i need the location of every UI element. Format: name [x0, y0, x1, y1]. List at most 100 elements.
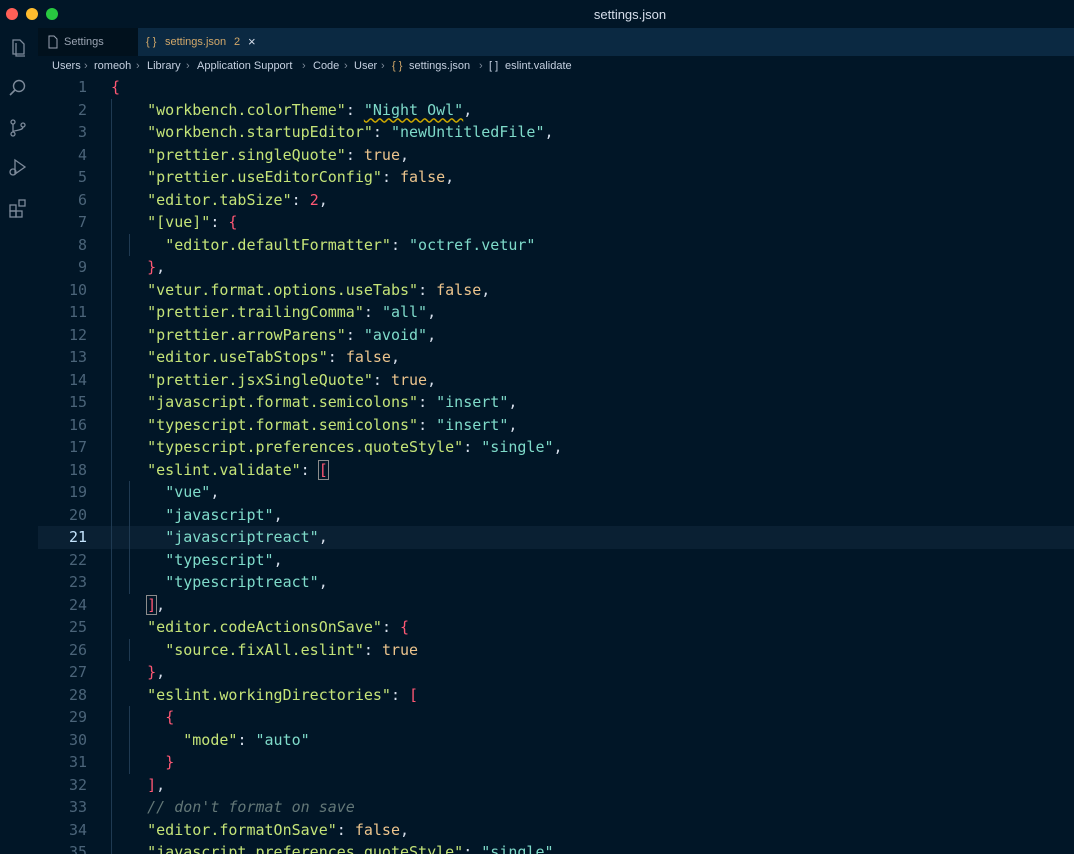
- code-token: {: [165, 708, 175, 726]
- breadcrumb-item[interactable]: User: [354, 56, 377, 76]
- close-tab-icon[interactable]: ×: [248, 28, 256, 56]
- line-number: 32: [68, 775, 87, 794]
- breadcrumb-item[interactable]: Application Support: [197, 56, 292, 76]
- code-line[interactable]: 25 "editor.codeActionsOnSave": {: [38, 616, 1074, 639]
- code-line[interactable]: 31 }: [38, 751, 1074, 774]
- breadcrumb-item[interactable]: Users: [52, 56, 81, 76]
- code-line[interactable]: 35 "javascript.preferences.quoteStyle": …: [38, 841, 1074, 854]
- code-line[interactable]: 16 "typescript.format.semicolons": "inse…: [38, 413, 1074, 436]
- code-line[interactable]: 15 "javascript.format.semicolons": "inse…: [38, 391, 1074, 414]
- json-icon: { }: [392, 60, 403, 72]
- code-text: },: [111, 256, 165, 279]
- line-number: 8: [77, 235, 87, 254]
- code-token: false: [436, 280, 482, 299]
- line-number: 17: [68, 438, 87, 456]
- code-token: true: [363, 145, 400, 164]
- extensions-icon[interactable]: [7, 197, 29, 219]
- code-token: :: [210, 213, 229, 231]
- code-line[interactable]: 11 "prettier.trailingComma": "all",: [38, 301, 1074, 324]
- code-line[interactable]: 14 "prettier.jsxSingleQuote": true,: [38, 368, 1074, 391]
- code-token: "typescript.preferences.quoteStyle": [147, 438, 464, 456]
- code-line[interactable]: 12 "prettier.arrowParens": "avoid",: [38, 323, 1074, 346]
- code-line[interactable]: 1{: [38, 76, 1074, 99]
- code-line[interactable]: 26 "source.fixAll.eslint": true: [38, 638, 1074, 661]
- code-line[interactable]: 27 },: [38, 661, 1074, 684]
- code-editor[interactable]: 1{2 "workbench.colorTheme": "Night Owl",…: [38, 76, 1074, 854]
- source-control-icon[interactable]: [7, 117, 29, 139]
- code-token: ,: [544, 123, 554, 141]
- code-line[interactable]: 9 },: [38, 256, 1074, 279]
- code-token: ,: [445, 168, 455, 186]
- code-line[interactable]: 18 "eslint.validate": [: [38, 458, 1074, 481]
- code-line[interactable]: 30 "mode": "auto": [38, 728, 1074, 751]
- breadcrumb-item[interactable]: romeoh: [94, 56, 131, 76]
- code-token: ,: [400, 145, 410, 164]
- code-line[interactable]: 22 "typescript",: [38, 548, 1074, 571]
- code-line[interactable]: 24 ],: [38, 593, 1074, 616]
- code-token: "single": [481, 843, 554, 854]
- line-number: 24: [68, 595, 87, 614]
- code-line[interactable]: 20 "javascript",: [38, 503, 1074, 526]
- code-token: ,: [156, 775, 166, 794]
- indent-guide: [111, 346, 112, 369]
- tab-settings[interactable]: Settings: [38, 28, 138, 56]
- code-token: :: [363, 640, 382, 659]
- indent-guide: [111, 413, 112, 436]
- code-line[interactable]: 10 "vetur.format.options.useTabs": false…: [38, 278, 1074, 301]
- line-number: 26: [68, 640, 87, 659]
- breadcrumb-item[interactable]: settings.json: [409, 56, 470, 76]
- code-token: ,: [481, 280, 491, 299]
- code-token: {: [111, 78, 121, 96]
- code-token: ]: [146, 594, 158, 615]
- code-line[interactable]: 17 "typescript.preferences.quoteStyle": …: [38, 436, 1074, 459]
- code-token: "javascript.preferences.quoteStyle": [147, 843, 464, 854]
- code-line[interactable]: 13 "editor.useTabStops": false,: [38, 346, 1074, 369]
- code-token: "typescript": [165, 550, 274, 569]
- breadcrumb-item[interactable]: eslint.validate: [505, 56, 572, 76]
- code-token: :: [418, 393, 437, 411]
- line-number: 18: [68, 460, 87, 479]
- code-line[interactable]: 23 "typescriptreact",: [38, 571, 1074, 594]
- breadcrumb-item[interactable]: Code: [313, 56, 339, 76]
- line-number: 15: [68, 393, 87, 411]
- code-line[interactable]: 29 {: [38, 706, 1074, 729]
- code-token: false: [400, 168, 446, 186]
- indent-guide: [111, 256, 112, 279]
- code-token: "vue": [165, 483, 211, 501]
- code-token: }: [165, 753, 175, 771]
- code-line[interactable]: 3 "workbench.startupEditor": "newUntitle…: [38, 121, 1074, 144]
- code-line[interactable]: 19 "vue",: [38, 481, 1074, 504]
- code-line[interactable]: 32 ],: [38, 773, 1074, 796]
- code-token: :: [237, 730, 256, 749]
- code-line[interactable]: 7 "[vue]": {: [38, 211, 1074, 234]
- code-line[interactable]: 4 "prettier.singleQuote": true,: [38, 143, 1074, 166]
- code-line[interactable]: 6 "editor.tabSize": 2,: [38, 188, 1074, 211]
- code-text: }: [111, 751, 174, 774]
- code-line[interactable]: 34 "editor.formatOnSave": false,: [38, 818, 1074, 841]
- breadcrumb-item[interactable]: Library: [147, 56, 181, 76]
- code-token: :: [336, 820, 355, 839]
- code-line[interactable]: 33 // don't format on save: [38, 796, 1074, 819]
- array-icon: [ ]: [489, 60, 499, 72]
- code-line[interactable]: 21 "javascriptreact",: [38, 526, 1074, 549]
- code-token: "[vue]": [147, 213, 211, 231]
- code-token: ,: [318, 573, 328, 591]
- tab-settings-json[interactable]: { } settings.json 2 ×: [138, 28, 266, 56]
- code-line[interactable]: 2 "workbench.colorTheme": "Night Owl",: [38, 98, 1074, 121]
- search-icon[interactable]: [7, 77, 29, 99]
- code-token: "typescriptreact": [165, 573, 319, 591]
- indent-guide: [111, 796, 112, 819]
- indent-guide: [111, 166, 112, 189]
- run-debug-icon[interactable]: [7, 157, 29, 179]
- code-line[interactable]: 28 "eslint.workingDirectories": [: [38, 683, 1074, 706]
- code-line[interactable]: 8 "editor.defaultFormatter": "octref.vet…: [38, 233, 1074, 256]
- code-line[interactable]: 5 "prettier.useEditorConfig": false,: [38, 166, 1074, 189]
- code-token: ,: [156, 258, 166, 276]
- code-token: "insert": [436, 415, 509, 434]
- explorer-icon[interactable]: [7, 37, 29, 59]
